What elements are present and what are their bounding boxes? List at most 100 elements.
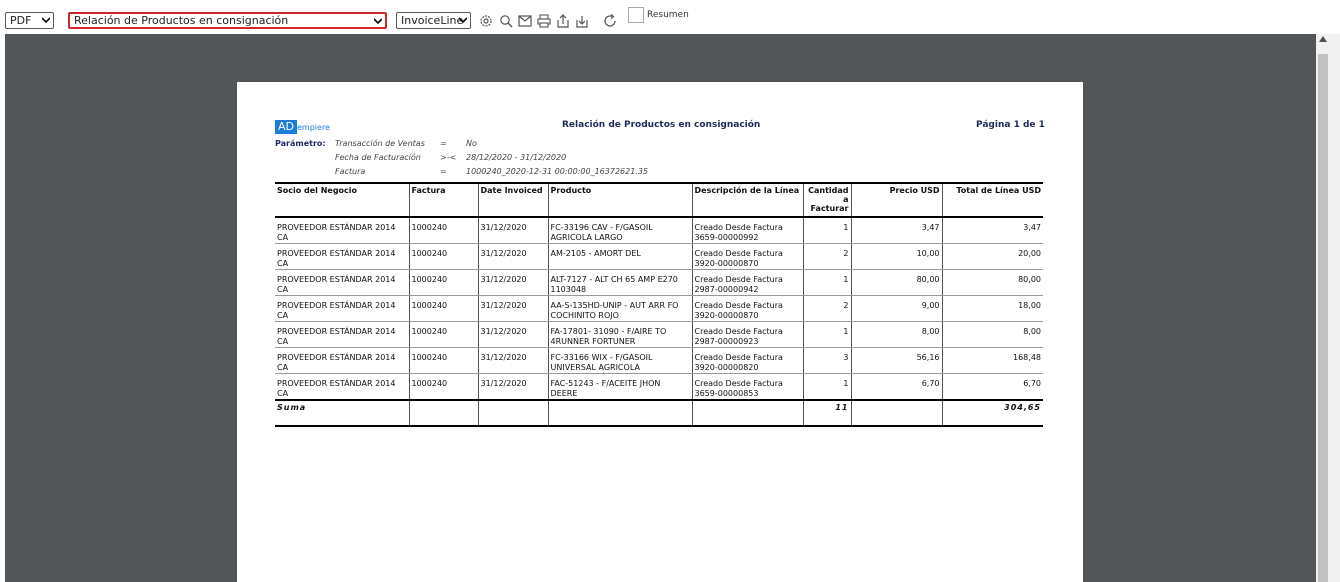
report-select[interactable]: Relación de Productos en consignación [68,12,387,29]
col-header-date[interactable]: Date Invoiced [477,183,548,217]
cell-descripcion: Creado Desde Factura 2987-00000942 [691,269,803,296]
cell-producto: FC-33166 WIX - F/GASOIL UNIVERSAL AGRICO… [547,347,692,374]
cell-precio: 8,00 [850,321,942,348]
cell-descripcion: Creado Desde Factura 2987-00000923 [691,321,803,348]
cell-cantidad: 2 [802,243,851,270]
cell-socio: PROVEEDOR ESTÁNDAR 2014 CA [275,217,409,244]
cell-socio: PROVEEDOR ESTÁNDAR 2014 CA [275,269,409,296]
cell-precio: 3,47 [850,217,942,244]
report-toolbar: PDF Relación de Productos en consignació… [0,0,1340,34]
cell-factura: 1000240 [408,321,478,348]
cell-cantidad: 1 [802,321,851,348]
cell-precio: 9,00 [850,295,942,322]
chevron-down-icon [459,17,467,24]
table-row: PROVEEDOR ESTÁNDAR 2014 CA 1000240 31/12… [275,269,1043,296]
resumen-checkbox[interactable] [628,7,644,23]
cell-socio: PROVEEDOR ESTÁNDAR 2014 CA [275,295,409,322]
col-header-producto[interactable]: Producto [547,183,692,217]
download-icon[interactable] [575,14,589,28]
cell-factura: 1000240 [408,295,478,322]
cell-cantidad: 3 [802,347,851,374]
table-row: PROVEEDOR ESTÁNDAR 2014 CA 1000240 31/12… [275,217,1043,244]
report-title: Relación de Productos en consignación [562,120,761,130]
refresh-icon[interactable] [603,14,617,28]
sum-cantidad: 11 [802,399,851,427]
export-icon[interactable] [556,14,570,28]
report-page: AD empiere Relación de Productos en consi… [237,82,1083,582]
cell-total: 6,70 [941,373,1043,401]
export-format-value: PDF [10,14,32,27]
cell-socio: PROVEEDOR ESTÁNDAR 2014 CA [275,347,409,374]
cell-date: 31/12/2020 [477,321,548,348]
table-row: PROVEEDOR ESTÁNDAR 2014 CA 1000240 31/12… [275,321,1043,348]
cell-producto: AM-2105 - AMORT DEL [547,243,692,270]
cell-factura: 1000240 [408,347,478,374]
resumen-label: Resumen [647,10,689,20]
col-header-total[interactable]: Total de Línea USD [941,183,1043,217]
cell-factura: 1000240 [408,243,478,270]
col-header-descripcion[interactable]: Descripción de la Línea [691,183,803,217]
cell-total: 80,00 [941,269,1043,296]
table-row: PROVEEDOR ESTÁNDAR 2014 CA 1000240 31/12… [275,295,1043,322]
cell-precio: 10,00 [850,243,942,270]
cell-descripcion: Creado Desde Factura 3920-00000870 [691,243,803,270]
table-header-row: Socio del Negocio Factura Date Invoiced … [275,183,1043,217]
col-header-precio[interactable]: Precio USD [850,183,942,217]
print-format-value: InvoiceLine [401,14,464,27]
sum-cell-empty [850,399,942,427]
table-row: PROVEEDOR ESTÁNDAR 2014 CA 1000240 31/12… [275,373,1043,401]
cell-descripcion: Creado Desde Factura 3920-00000870 [691,295,803,322]
print-icon[interactable] [537,14,551,28]
cell-factura: 1000240 [408,269,478,296]
page-number: Página 1 de 1 [976,120,1045,130]
col-header-cantidad[interactable]: Cantidad a Facturar [802,183,851,217]
cell-total: 8,00 [941,321,1043,348]
cell-factura: 1000240 [408,217,478,244]
cell-date: 31/12/2020 [477,373,548,401]
archive-icon[interactable] [518,14,532,28]
sum-row: Suma 11 304,65 [275,399,1043,427]
table-row: PROVEEDOR ESTÁNDAR 2014 CA 1000240 31/12… [275,243,1043,270]
col-header-factura[interactable]: Factura [408,183,478,217]
cell-total: 20,00 [941,243,1043,270]
col-header-socio[interactable]: Socio del Negocio [275,183,409,217]
cell-precio: 56,16 [850,347,942,374]
sum-total: 304,65 [941,399,1043,427]
parameter-label: Parámetro: [275,139,326,148]
export-format-select[interactable]: PDF [5,12,54,29]
cell-cantidad: 1 [802,269,851,296]
cell-producto: ALT-7127 - ALT CH 65 AMP E270 1103048 [547,269,692,296]
cell-total: 18,00 [941,295,1043,322]
scrollbar-thumb[interactable] [1318,54,1328,582]
print-format-select[interactable]: InvoiceLine [396,12,471,29]
cell-descripcion: Creado Desde Factura 3659-00000992 [691,217,803,244]
cell-socio: PROVEEDOR ESTÁNDAR 2014 CA [275,321,409,348]
cell-producto: AA-S-135HD-UNIP - AUT ARR FO COCHINITO R… [547,295,692,322]
cell-total: 168,48 [941,347,1043,374]
cell-cantidad: 1 [802,373,851,401]
sum-cell-empty [408,399,478,427]
report-table: Socio del Negocio Factura Date Invoiced … [275,182,1043,427]
cell-total: 3,47 [941,217,1043,244]
search-icon[interactable] [499,14,513,28]
cell-socio: PROVEEDOR ESTÁNDAR 2014 CA [275,373,409,401]
cell-date: 31/12/2020 [477,269,548,296]
cell-producto: FA-17801- 31090 - F/AIRE TO 4RUNNER FORT… [547,321,692,348]
sum-label: Suma [275,399,409,427]
adempiere-logo: AD empiere [275,120,330,134]
cell-factura: 1000240 [408,373,478,401]
cell-producto: FC-33196 CAV - F/GASOIL AGRICOLA LARGO [547,217,692,244]
cell-date: 31/12/2020 [477,217,548,244]
cell-cantidad: 2 [802,295,851,322]
cell-date: 31/12/2020 [477,243,548,270]
table-row: PROVEEDOR ESTÁNDAR 2014 CA 1000240 31/12… [275,347,1043,374]
scroll-up-icon[interactable] [1319,36,1327,42]
cell-descripcion: Creado Desde Factura 3920-00000820 [691,347,803,374]
chevron-down-icon [374,18,382,25]
settings-gear-icon[interactable] [479,14,493,28]
cell-cantidad: 1 [802,217,851,244]
report-select-value: Relación de Productos en consignación [74,14,289,27]
cell-precio: 80,00 [850,269,942,296]
cell-date: 31/12/2020 [477,295,548,322]
cell-descripcion: Creado Desde Factura 3659-00000853 [691,373,803,401]
